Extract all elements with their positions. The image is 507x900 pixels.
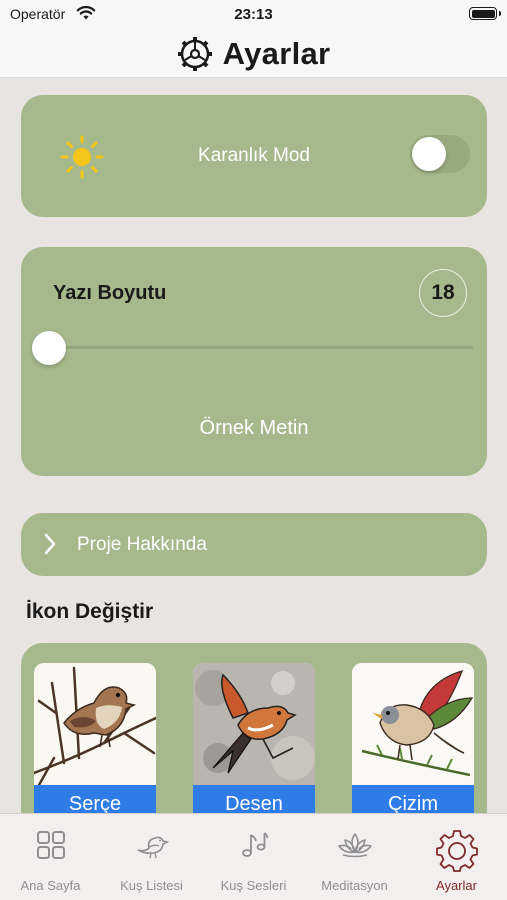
font-size-slider[interactable] <box>53 346 473 349</box>
icon-option-cizim[interactable]: Çizim <box>352 663 474 823</box>
icon-section-title: İkon Değiştir <box>26 600 154 623</box>
grid-icon <box>36 831 65 859</box>
sample-text: Örnek Metin <box>199 417 309 439</box>
gear-icon <box>435 830 478 872</box>
nav-bar: Ayarlar <box>0 30 507 78</box>
tab-label: Kuş Listesi <box>120 878 183 893</box>
lotus-icon <box>337 833 372 858</box>
font-size-title: Yazı Boyutu <box>53 282 167 304</box>
tab-meditasyon[interactable]: Meditasyon <box>304 814 405 900</box>
toggle-knob <box>412 137 446 171</box>
tab-label: Kuş Sesleri <box>220 878 287 893</box>
drawing-bird-illustration <box>352 663 474 785</box>
music-note-icon <box>241 832 268 857</box>
tab-ana-sayfa[interactable]: Ana Sayfa <box>0 814 101 900</box>
gear-icon <box>177 36 212 71</box>
about-project-label: Proje Hakkında <box>77 534 207 555</box>
clock: 23:13 <box>234 6 273 23</box>
dark-mode-card: Karanlık Mod <box>21 95 487 217</box>
icon-option-desen[interactable]: Desen <box>193 663 315 823</box>
about-project-row[interactable]: Proje Hakkında <box>21 513 487 576</box>
dark-mode-toggle[interactable] <box>410 135 470 173</box>
pattern-bird-illustration <box>193 663 315 785</box>
font-size-slider-thumb[interactable] <box>32 331 66 365</box>
bird-icon <box>137 836 169 859</box>
tab-bar: Ana Sayfa Kuş Listesi Kuş Sesleri Medita… <box>0 813 507 900</box>
battery-icon <box>469 7 501 20</box>
icon-option-serce[interactable]: Serçe <box>34 663 156 823</box>
font-size-card: Yazı Boyutu 18 Örnek Metin <box>21 247 487 476</box>
tab-ayarlar[interactable]: Ayarlar <box>406 814 507 900</box>
font-size-value-badge: 18 <box>419 269 467 317</box>
chevron-right-icon <box>44 533 56 555</box>
tab-label: Ana Sayfa <box>20 878 81 893</box>
tab-kus-sesleri[interactable]: Kuş Sesleri <box>203 814 304 900</box>
page-title: Ayarlar <box>222 35 331 71</box>
tab-label: Ayarlar <box>436 878 477 893</box>
tab-kus-listesi[interactable]: Kuş Listesi <box>101 814 202 900</box>
status-bar: Operatör 23:13 <box>0 0 507 30</box>
sparrow-illustration <box>34 663 156 785</box>
tab-label: Meditasyon <box>321 878 388 893</box>
